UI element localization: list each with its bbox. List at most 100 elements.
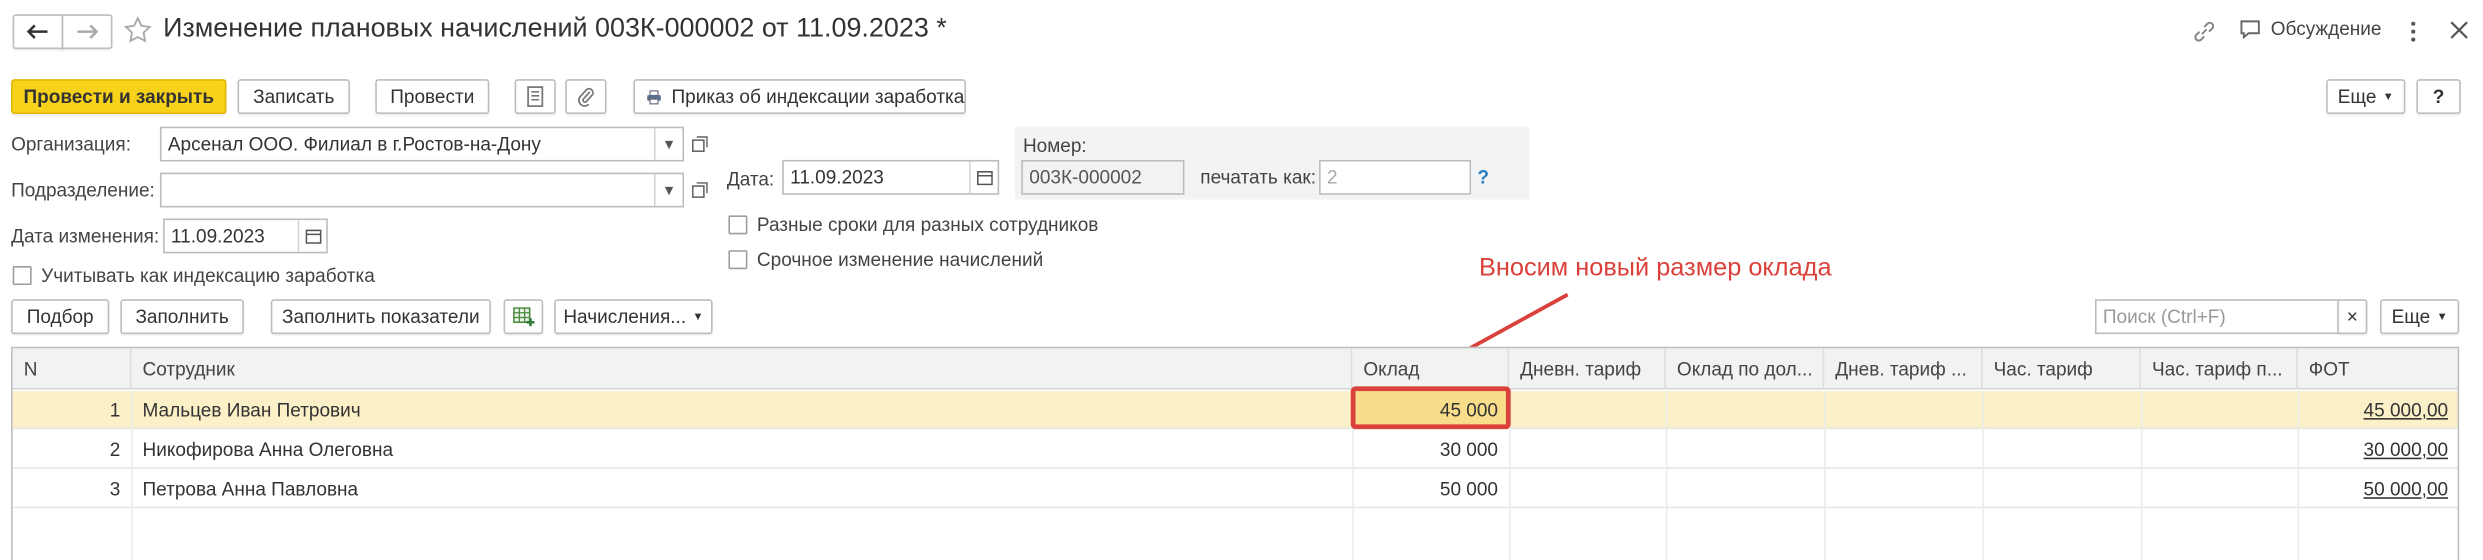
paperclip-icon [578, 87, 594, 107]
fill-button[interactable]: Заполнить [120, 299, 244, 335]
date-field[interactable]: 11.09.2023 [782, 159, 1000, 195]
chevron-down-icon: ▼ [692, 311, 704, 323]
urgent-change-label: Срочное изменение начислений [756, 248, 1044, 271]
column-divider [2140, 391, 2143, 560]
column-header-salary-by-position[interactable]: Оклад по дол... [1666, 348, 1825, 390]
table-header: N Сотрудник Оклад Дневн. тариф Оклад по … [12, 348, 2460, 390]
number-field[interactable]: 003К-000002 [1021, 159, 1185, 195]
change-date-label: Дата изменения: [11, 224, 160, 248]
column-header-salary[interactable]: Оклад [1352, 348, 1510, 390]
post-and-close-button[interactable]: Провести и закрыть [11, 79, 227, 115]
report-button[interactable] [514, 79, 556, 115]
urgent-change-checkbox[interactable] [728, 250, 748, 270]
print-as-field[interactable]: 2 [1319, 159, 1472, 195]
column-divider [2297, 391, 2300, 560]
save-button[interactable]: Записать [237, 79, 350, 115]
different-terms-checkbox[interactable] [728, 215, 748, 235]
column-divider [1982, 391, 1985, 560]
date-value: 11.09.2023 [790, 166, 884, 189]
change-date-value: 11.09.2023 [171, 224, 265, 248]
employee-name: Никофирова Анна Олеговна [142, 438, 394, 461]
table-row[interactable]: 2 Никофирова Анна Олеговна 30 000 30 000… [12, 431, 2460, 469]
column-header-hourly-rate-2[interactable]: Час. тариф п... [2141, 348, 2298, 390]
dropdown-icon[interactable]: ▼ [653, 174, 683, 206]
column-header-employee[interactable]: Сотрудник [131, 348, 1353, 390]
more-button[interactable]: Еще ▼ [2326, 79, 2406, 115]
column-divider [1665, 391, 1668, 560]
document-window: Изменение плановых начислений 003К-00000… [0, 0, 2483, 560]
number-value: 003К-000002 [1029, 166, 1142, 189]
chat-icon [2240, 19, 2260, 39]
department-field[interactable]: ▼ [159, 172, 685, 208]
print-order-button[interactable]: Приказ об индексации заработка [633, 79, 966, 115]
salary-highlight-box [1350, 386, 1511, 430]
discussion-label: Обсуждение [2270, 17, 2382, 40]
fot-cell[interactable]: 50 000,00 [2298, 470, 2460, 508]
calendar-icon[interactable] [969, 161, 998, 194]
fot-cell[interactable]: 45 000,00 [2298, 391, 2460, 429]
printer-icon [647, 89, 661, 104]
search-input[interactable]: Поиск (Ctrl+F) [2094, 299, 2341, 335]
more-label: Еще [2337, 85, 2377, 108]
index-checkbox-label: Учитывать как индексацию заработка [41, 264, 375, 287]
pick-button[interactable]: Подбор [11, 299, 110, 335]
employee-name: Мальцев Иван Петрович [142, 399, 361, 422]
open-organization-icon[interactable] [686, 127, 715, 162]
help-button[interactable]: ? [2416, 79, 2461, 115]
accruals-button[interactable]: Начисления... ▼ [554, 299, 713, 335]
open-department-icon[interactable] [686, 173, 715, 208]
arrow-left-icon [26, 24, 48, 39]
arrow-right-icon [77, 24, 99, 39]
back-button[interactable] [12, 14, 64, 50]
print-as-label: печатать как: [1200, 166, 1316, 189]
column-header-daily-rate[interactable]: Дневн. тариф [1509, 348, 1666, 390]
row-number: 2 [109, 438, 121, 461]
link-icon[interactable] [2192, 19, 2217, 44]
favorite-star-icon[interactable] [123, 16, 153, 45]
page-title: Изменение плановых начислений 003К-00000… [163, 12, 947, 43]
dropdown-icon[interactable]: ▼ [653, 128, 683, 160]
document-icon [527, 86, 544, 107]
table-more-label: Еще [2391, 305, 2431, 328]
change-date-field[interactable]: 11.09.2023 [163, 218, 328, 254]
column-header-fot[interactable]: ФОТ [2298, 348, 2460, 389]
column-header-hourly-rate[interactable]: Час. тариф [1983, 348, 2141, 390]
print-order-label: Приказ об индексации заработка [671, 85, 965, 108]
organization-field[interactable]: Арсенал ООО. Филиал в г.Ростов-на-Дону ▼ [159, 126, 685, 162]
discussion-button[interactable]: Обсуждение [2239, 17, 2382, 40]
chevron-down-icon: ▼ [2382, 91, 2394, 103]
attach-button[interactable] [565, 79, 607, 115]
employee-name: Петрова Анна Павловна [142, 478, 359, 501]
column-header-n[interactable]: N [13, 348, 132, 390]
table-more-button[interactable]: Еще ▼ [2380, 299, 2460, 335]
print-as-help-icon[interactable]: ? [1477, 166, 1489, 188]
column-divider [131, 391, 134, 560]
index-checkbox[interactable] [12, 266, 32, 286]
different-terms-label: Разные сроки для разных сотрудников [756, 213, 1099, 236]
print-as-value: 2 [1326, 166, 1338, 189]
salary-cell[interactable]: 50 000 [1352, 470, 1509, 508]
accruals-table: N Сотрудник Оклад Дневн. тариф Оклад по … [11, 346, 2460, 560]
more-vertical-icon[interactable] [2407, 19, 2420, 44]
post-button[interactable]: Провести [375, 79, 490, 115]
fill-indicators-button[interactable]: Заполнить показатели [270, 299, 491, 335]
accruals-label: Начисления... [563, 305, 687, 328]
close-icon[interactable] [2448, 19, 2470, 41]
organization-label: Организация: [11, 133, 131, 156]
number-label: Номер: [1022, 134, 1087, 157]
department-label: Подразделение: [11, 178, 155, 202]
forward-button[interactable] [61, 14, 113, 50]
table-row[interactable]: 3 Петрова Анна Павловна 50 000 50 000,00 [12, 470, 2460, 509]
column-header-daily-rate-2[interactable]: Днев. тариф ... [1824, 348, 1983, 390]
clear-search-button[interactable]: × [2337, 299, 2368, 335]
row-number: 1 [109, 399, 121, 422]
calendar-icon[interactable] [297, 220, 327, 252]
organization-value: Арсенал ООО. Филиал в г.Ростов-на-Дону [167, 133, 541, 156]
salary-cell[interactable]: 30 000 [1352, 431, 1509, 469]
table-settings-button[interactable] [503, 299, 544, 335]
annotation-text: Вносим новый размер оклада [1478, 254, 1832, 282]
fot-cell[interactable]: 30 000,00 [2298, 431, 2460, 469]
table-add-icon [512, 307, 534, 327]
row-number: 3 [109, 478, 121, 501]
table-row[interactable]: 1 Мальцев Иван Петрович 45 000 45 000,00 [12, 391, 2460, 430]
